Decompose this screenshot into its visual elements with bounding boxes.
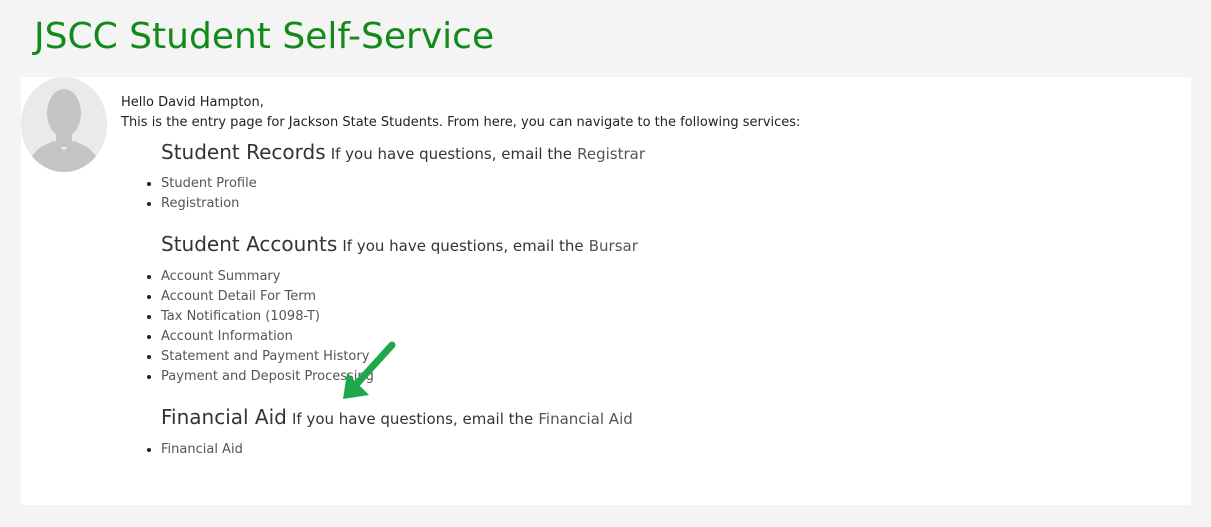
user-silhouette-icon — [21, 77, 107, 172]
list-item: Student Profile — [161, 174, 257, 194]
statement-payment-history-link[interactable]: Statement and Payment History — [161, 349, 369, 364]
intro-description: This is the entry page for Jackson State… — [121, 115, 801, 130]
financial-aid-email-link[interactable]: Financial Aid — [538, 410, 632, 428]
financial-aid-link[interactable]: Financial Aid — [161, 442, 243, 457]
financial-aid-list: Financial Aid — [161, 440, 243, 460]
bursar-email-link[interactable]: Bursar — [589, 237, 638, 255]
section-heading-student-records: Student Records If you have questions, e… — [161, 140, 645, 164]
account-summary-link[interactable]: Account Summary — [161, 269, 280, 284]
annotation-arrow-icon — [343, 341, 396, 399]
section-title: Financial Aid — [161, 405, 287, 429]
registrar-email-link[interactable]: Registrar — [577, 145, 645, 163]
student-profile-link[interactable]: Student Profile — [161, 176, 257, 191]
list-item: Account Detail For Term — [161, 287, 374, 307]
registration-link[interactable]: Registration — [161, 196, 239, 211]
account-detail-link[interactable]: Account Detail For Term — [161, 289, 316, 304]
greeting: Hello David Hampton, — [121, 95, 264, 110]
content-card: Hello David Hampton, This is the entry p… — [21, 77, 1191, 505]
list-item: Registration — [161, 194, 257, 214]
list-item: Tax Notification (1098-T) — [161, 307, 374, 327]
section-title: Student Records — [161, 140, 326, 164]
student-records-list: Student Profile Registration — [161, 174, 257, 214]
tax-notification-link[interactable]: Tax Notification (1098-T) — [161, 309, 320, 324]
section-heading-financial-aid: Financial Aid If you have questions, ema… — [161, 405, 633, 429]
list-item: Account Summary — [161, 267, 374, 287]
section-title: Student Accounts — [161, 232, 338, 256]
account-information-link[interactable]: Account Information — [161, 329, 293, 344]
section-contact-text: If you have questions, email the — [291, 410, 534, 428]
intro-text: Hello David Hampton, This is the entry p… — [121, 93, 800, 133]
section-heading-student-accounts: Student Accounts If you have questions, … — [161, 232, 638, 256]
section-contact-text: If you have questions, email the — [342, 237, 584, 255]
avatar — [21, 77, 107, 172]
list-item: Financial Aid — [161, 440, 243, 460]
page-title: JSCC Student Self-Service — [34, 16, 495, 57]
section-contact-text: If you have questions, email the — [330, 145, 572, 163]
